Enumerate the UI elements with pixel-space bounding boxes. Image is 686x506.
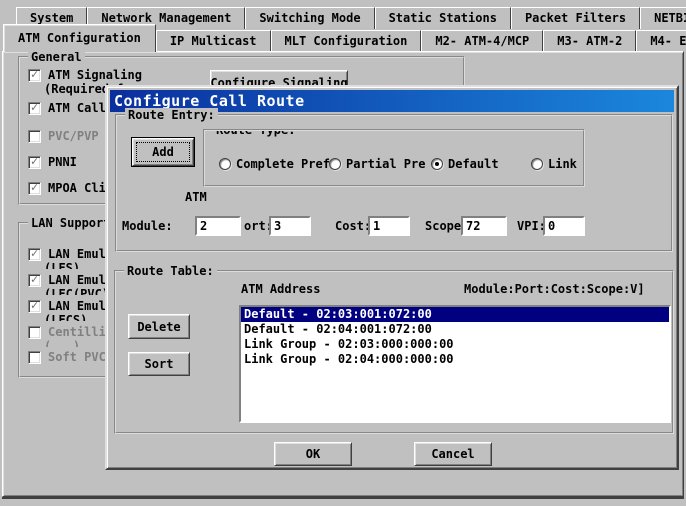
- atm-address-column-header: ATM Address: [241, 282, 320, 296]
- add-button[interactable]: Add: [131, 137, 195, 167]
- checkbox-box: ✓: [28, 69, 41, 82]
- checkbox-box: [28, 351, 41, 364]
- scope-input[interactable]: [461, 216, 507, 236]
- tab-atm-configuration[interactable]: ATM Configuration: [3, 24, 156, 52]
- ok-button[interactable]: OK: [274, 442, 352, 466]
- cost-input[interactable]: [368, 216, 410, 236]
- check-mark-icon: ✓: [31, 182, 38, 192]
- ort-input[interactable]: [269, 216, 311, 236]
- route-table-listbox[interactable]: Default - 02:03:001:072:00Default - 02:0…: [239, 305, 671, 423]
- radio-complete-pref[interactable]: Complete Pref: [219, 157, 330, 171]
- route-table-row[interactable]: Default - 02:04:001:072:00: [241, 322, 669, 337]
- radio-label: Link Group: [548, 157, 585, 171]
- sort-button[interactable]: Sort: [128, 352, 190, 376]
- route-table-group-title: Route Table:: [124, 264, 217, 278]
- checkbox-sublabel: (...): [44, 340, 80, 347]
- radio-default[interactable]: Default: [431, 157, 499, 171]
- atm-section-label: ATM: [185, 190, 207, 204]
- checkbox-sublabel: (LES): [44, 262, 80, 269]
- tab-packet-filters[interactable]: Packet Filters: [511, 7, 640, 29]
- checkbox-box: ✓: [28, 300, 41, 313]
- radio-link-group[interactable]: Link Group: [531, 157, 585, 171]
- route-type-group-title: Route Type:: [213, 129, 298, 137]
- radio-circle-icon: [431, 158, 443, 170]
- tab-strip-bottom: ATM ConfigurationIP MulticastMLT Configu…: [3, 28, 686, 52]
- module-port-column-header: Module:Port:Cost:Scope:V]: [464, 282, 645, 296]
- checkbox-label: PVC/PVP: [48, 129, 99, 143]
- checkbox-box: [28, 130, 41, 143]
- field-label-cost: Cost:: [335, 216, 371, 236]
- checkbox-box: ✓: [28, 248, 41, 261]
- atm-configuration-window: SystemNetwork ManagementSwitching ModeSt…: [0, 0, 686, 506]
- route-entry-fields: Module:ort:Cost:Scope:VPI:: [107, 216, 681, 238]
- radio-circle-icon: [329, 158, 341, 170]
- check-mark-icon: ✓: [31, 248, 38, 258]
- tab-static-stations[interactable]: Static Stations: [375, 7, 511, 29]
- checkbox-sublabel: (LEC(PVC): [44, 288, 109, 295]
- tab-ip-multicast[interactable]: IP Multicast: [156, 30, 271, 52]
- radio-label: Partial Pre: [346, 157, 425, 171]
- general-group-title: General: [28, 50, 85, 64]
- radio-label: Complete Pref: [236, 157, 330, 171]
- tab-mlt-configuration[interactable]: MLT Configuration: [271, 30, 422, 52]
- field-label-vpi: VPI:: [517, 216, 546, 236]
- route-table-groupbox: Route Table: ATM Address Module:Port:Cos…: [114, 270, 674, 434]
- route-table-row[interactable]: Link Group - 02:04:000:000:00: [241, 352, 669, 367]
- check-mark-icon: ✓: [31, 156, 38, 166]
- route-type-groupbox: Route Type: Complete Pref Partial Pre Defa…: [203, 129, 585, 187]
- cancel-button[interactable]: Cancel: [414, 442, 492, 466]
- delete-button[interactable]: Delete: [128, 314, 190, 339]
- lan-support-group-title: LAN Support: [28, 216, 113, 230]
- check-mark-icon: ✓: [31, 300, 38, 310]
- radio-dot: [435, 162, 439, 166]
- radio-label: Default: [448, 157, 499, 171]
- check-mark-icon: ✓: [31, 102, 38, 112]
- checkbox-pvc-pvp[interactable]: PVC/PVP: [28, 129, 99, 143]
- configure-call-route-dialog: Configure Call Route Route Entry: Add Ro…: [105, 85, 679, 470]
- tab-m4-enet-24tx[interactable]: M4- ENET-24TX: [636, 30, 686, 52]
- checkbox-box: [28, 326, 41, 339]
- radio-partial-pre[interactable]: Partial Pre: [329, 157, 425, 171]
- route-table-row[interactable]: Link Group - 02:03:000:000:00: [241, 337, 669, 352]
- checkbox-pnni[interactable]: ✓ PNNI: [28, 155, 77, 169]
- checkbox-box: ✓: [28, 102, 41, 115]
- checkbox-box: ✓: [28, 182, 41, 195]
- radio-circle-icon: [219, 158, 231, 170]
- tab-netbios-filters[interactable]: NETBIOS Filters: [640, 7, 686, 29]
- vpi-input[interactable]: [543, 216, 585, 236]
- checkbox-soft-pvc[interactable]: Soft PVC: [28, 350, 106, 364]
- field-label-module: Module:: [122, 216, 173, 236]
- module-input[interactable]: [195, 216, 241, 236]
- checkbox-sublabel: (LECS): [44, 314, 87, 321]
- checkbox-label: Soft PVC: [48, 350, 106, 364]
- check-mark-icon: ✓: [31, 69, 38, 79]
- checkbox-atm-signaling[interactable]: ✓ ATM Signaling: [28, 68, 142, 82]
- checkbox-box: ✓: [28, 156, 41, 169]
- radio-circle-icon: [531, 158, 543, 170]
- tab-switching-mode[interactable]: Switching Mode: [245, 7, 374, 29]
- tab-m2-atm-4-mcp[interactable]: M2- ATM-4/MCP: [421, 30, 543, 52]
- checkbox-label: ATM Signaling: [48, 68, 142, 82]
- tab-m3-atm-2[interactable]: M3- ATM-2: [543, 30, 636, 52]
- route-table-row[interactable]: Default - 02:03:001:072:00: [241, 307, 669, 322]
- check-mark-icon: ✓: [31, 274, 38, 284]
- route-entry-group-title: Route Entry:: [125, 108, 218, 122]
- checkbox-box: ✓: [28, 274, 41, 287]
- checkbox-label: PNNI: [48, 155, 77, 169]
